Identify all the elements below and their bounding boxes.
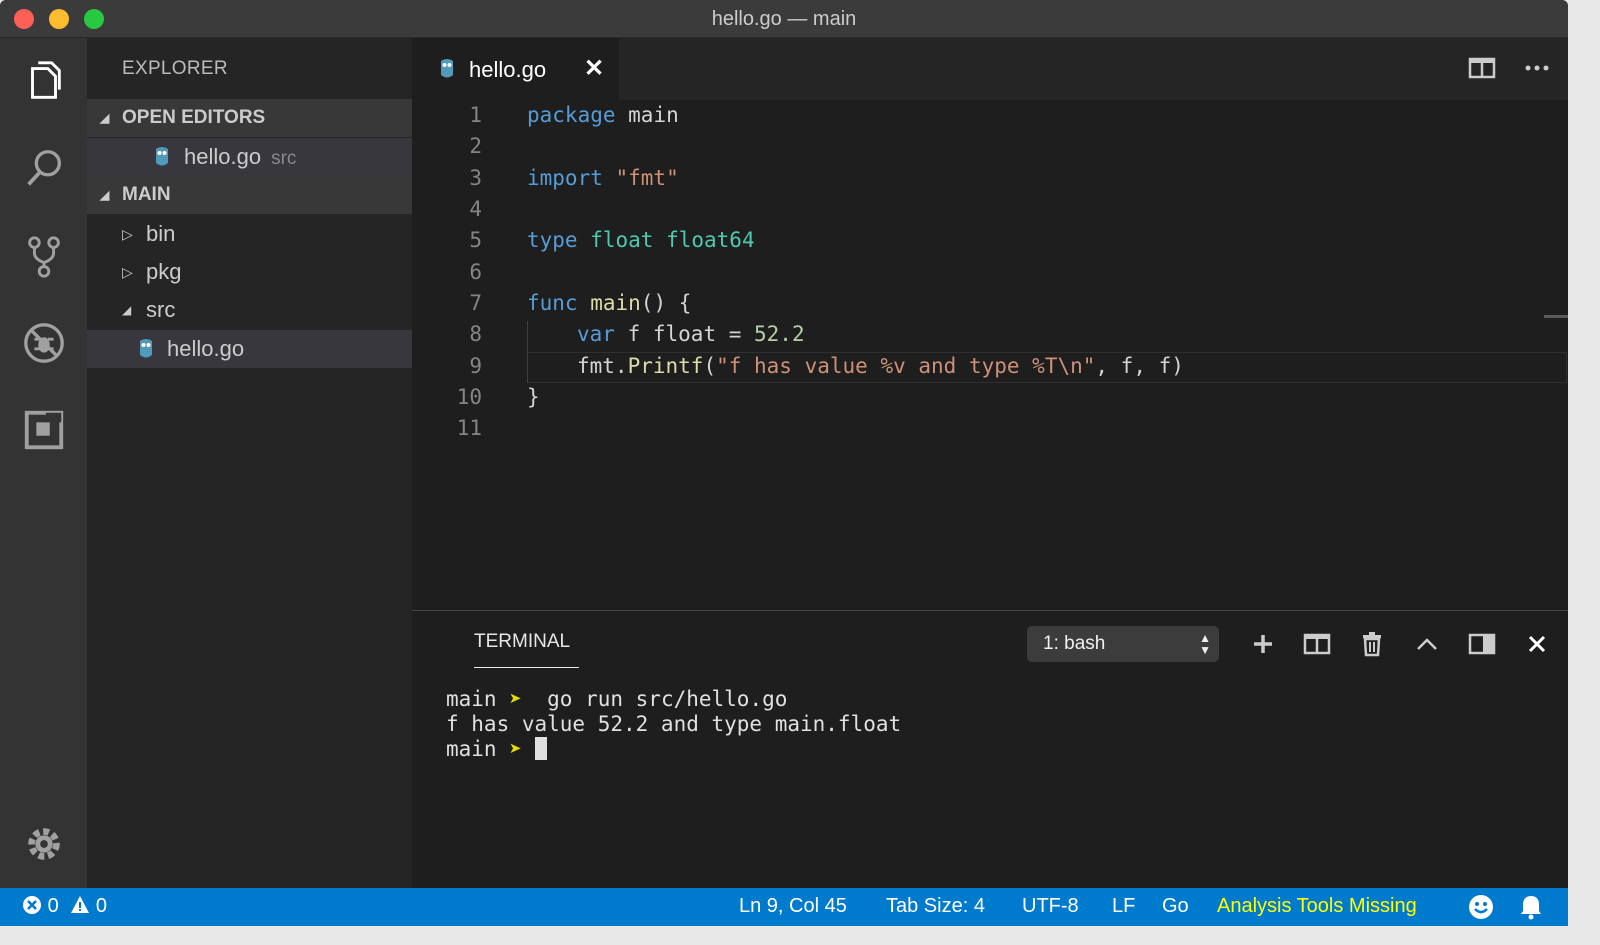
collapse-triangle-icon: ◢ (100, 111, 110, 125)
code-line: type float float64 (527, 228, 755, 252)
tree-item-hello-go[interactable]: hello.go (87, 330, 412, 368)
more-actions-icon[interactable] (1523, 56, 1551, 85)
open-editors-header[interactable]: ◢ OPEN EDITORS (87, 99, 412, 137)
split-editor-icon[interactable] (1468, 56, 1496, 85)
expand-chevron-icon: ▷ (122, 264, 133, 280)
split-terminal-icon[interactable] (1302, 629, 1332, 659)
code-editor[interactable]: 1 2 3 4 5 6 7 8 9 10 11 package main imp… (412, 100, 1568, 610)
terminal-select[interactable]: 1: bash ▲ ▼ (1027, 626, 1219, 662)
warning-icon (71, 896, 90, 913)
line-number: 1 (469, 103, 482, 127)
terminal-line: main ➤ (446, 737, 901, 762)
encoding[interactable]: UTF-8 (1022, 895, 1079, 918)
code-line: } (527, 385, 540, 409)
activity-bar (0, 38, 87, 888)
terminal-panel: TERMINAL 1: bash ▲ ▼ main ➤ go run src/he… (412, 610, 1568, 888)
cursor-position[interactable]: Ln 9, Col 45 (739, 895, 847, 918)
tab-size[interactable]: Tab Size: 4 (886, 895, 985, 918)
gear-icon[interactable] (20, 820, 68, 868)
expand-chevron-icon: ▷ (122, 226, 133, 242)
tree-item-pkg[interactable]: ▷ pkg (87, 253, 412, 291)
language-mode[interactable]: Go (1162, 895, 1189, 918)
terminal-line: main ➤ go run src/hello.go (446, 687, 788, 711)
code-line: var f float = 52.2 (577, 322, 805, 346)
line-number: 9 (469, 354, 482, 378)
line-number: 4 (469, 197, 482, 221)
line-number: 11 (456, 416, 482, 440)
vscode-window: hello.go — main EXPLORER ◢ OPEN EDITORS (0, 0, 1568, 926)
line-number: 10 (456, 385, 482, 409)
explorer-sidebar: EXPLORER ◢ OPEN EDITORS hello.go src ◢ MA… (87, 38, 412, 888)
trash-icon[interactable] (1357, 629, 1387, 659)
go-file-icon (140, 339, 152, 358)
tab-terminal[interactable]: TERMINAL (474, 631, 570, 653)
terminal-cursor (534, 737, 547, 760)
new-terminal-icon[interactable] (1248, 629, 1278, 659)
problems-indicator[interactable]: 0 0 (22, 895, 107, 918)
line-number: 6 (469, 260, 482, 284)
tree-item-bin[interactable]: ▷ bin (87, 215, 412, 253)
line-number: 2 (469, 134, 482, 158)
analysis-tools-warning[interactable]: Analysis Tools Missing (1217, 895, 1417, 918)
tab-label: hello.go (469, 57, 547, 82)
notifications-bell-icon[interactable] (1519, 894, 1543, 926)
warning-count: 0 (95, 895, 107, 917)
close-tab-icon[interactable]: ✕ (584, 54, 604, 83)
title-bar: hello.go — main (0, 0, 1568, 38)
code-line: import "fmt" (527, 166, 679, 190)
tree-item-src[interactable]: ◢ src (87, 291, 412, 329)
code-line: fmt.Printf("f has value %v and type %T\n… (577, 354, 1184, 378)
maximize-panel-icon[interactable] (1412, 629, 1442, 659)
status-bar: 0 0 Ln 9, Col 45 Tab Size: 4 UTF-8 LF Go… (0, 888, 1568, 926)
go-file-icon (156, 147, 168, 166)
go-file-icon (441, 59, 453, 78)
select-arrows-icon: ▲ ▼ (1199, 631, 1211, 657)
open-editor-item[interactable]: hello.go src (87, 138, 412, 176)
terminal-line: f has value 52.2 and type main.float (446, 712, 902, 736)
open-editor-folder: src (271, 148, 297, 169)
collapse-triangle-icon: ◢ (100, 188, 110, 202)
active-tab-underline (474, 667, 579, 668)
extensions-icon[interactable] (20, 406, 68, 454)
error-icon (23, 896, 41, 914)
editor-area: hello.go ✕ 1 2 3 4 5 6 7 8 9 10 11 packa (412, 38, 1568, 610)
search-icon[interactable] (20, 145, 68, 193)
line-number: 8 (469, 322, 482, 346)
explorer-icon[interactable] (20, 58, 68, 106)
open-editor-filename: hello.go (184, 144, 262, 169)
error-count: 0 (47, 895, 59, 917)
close-panel-icon[interactable] (1522, 629, 1552, 659)
indent-guide (527, 321, 528, 383)
line-number: 7 (469, 291, 482, 315)
main-folder-header[interactable]: ◢ MAIN (87, 176, 412, 214)
window-title: hello.go — main (711, 8, 857, 30)
sidebar-title: EXPLORER (122, 58, 228, 79)
panel-position-icon[interactable] (1467, 629, 1497, 659)
overview-ruler-mark (1544, 315, 1568, 318)
tab-bar: hello.go ✕ (412, 38, 1568, 100)
terminal-output[interactable]: main ➤ go run src/hello.go f has value 52… (446, 687, 901, 762)
tab-hello-go[interactable]: hello.go ✕ (412, 38, 619, 100)
feedback-smiley-icon[interactable] (1468, 894, 1494, 926)
code-line: func main() { (527, 291, 692, 315)
line-number: 3 (469, 166, 482, 190)
code-line: package main (527, 103, 679, 127)
debug-icon[interactable] (20, 319, 68, 367)
source-control-icon[interactable] (20, 232, 68, 280)
end-of-line[interactable]: LF (1112, 895, 1135, 918)
collapse-triangle-icon: ◢ (122, 303, 132, 317)
line-number: 5 (469, 228, 482, 252)
